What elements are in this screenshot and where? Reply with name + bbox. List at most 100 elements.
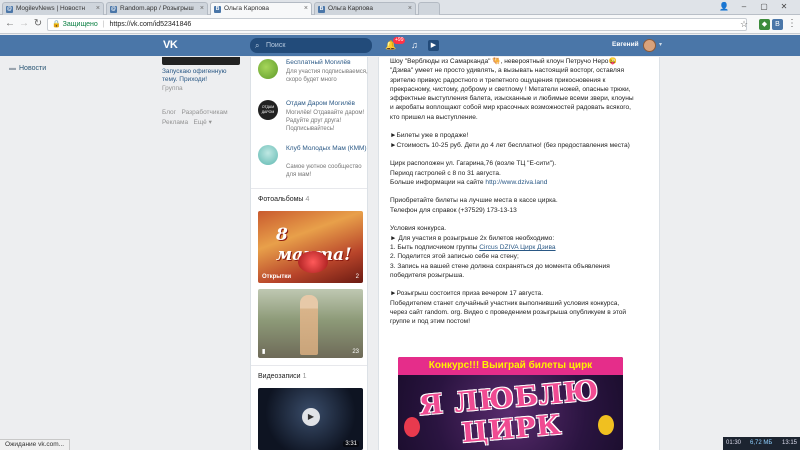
user-avatar[interactable] [643, 39, 656, 52]
post-line: группе и под этим постом! [390, 318, 471, 326]
photo-album[interactable]: 8 марта! Открытки 2 [258, 211, 363, 283]
person-figure [300, 295, 318, 355]
chevron-down-icon[interactable]: ▾ [659, 41, 662, 48]
group-item[interactable]: Клуб Молодых Мам (КММ) Самое уютное сооб… [258, 145, 367, 181]
menu-icon[interactable]: ⋮ [786, 18, 798, 30]
vk-logo[interactable]: VK [163, 39, 178, 51]
album-count: 2 [355, 274, 359, 280]
close-tab-icon[interactable]: × [200, 3, 204, 15]
post-line [390, 280, 652, 289]
post-line: ►Билеты уже в продаже! [390, 132, 469, 140]
minimize-icon[interactable]: – [736, 0, 752, 13]
nav-item-news[interactable]: ▬ Новости [9, 65, 46, 72]
tab-label: MogilevNews | Новостн [16, 5, 86, 12]
post-line: Победителем станет случайный участник вы… [390, 299, 620, 307]
tab-label: Random.app / Розыгрыш [120, 5, 194, 12]
group-name[interactable]: Отдам Даром Могилёв [286, 100, 355, 107]
photo-album[interactable]: ▮ 23 [258, 289, 363, 358]
balloon-decor [598, 415, 614, 435]
close-tab-icon[interactable]: × [304, 3, 308, 15]
footer-link-ads[interactable]: Реклама [162, 119, 188, 126]
extension-icon[interactable]: B [772, 19, 783, 30]
browser-tab[interactable]: @ Random.app / Розыгрыш × [106, 2, 208, 15]
url-separator: | [102, 21, 105, 28]
post-line: победителя розыгрыша. [390, 271, 465, 279]
user-name[interactable]: Евгений [612, 41, 639, 48]
back-icon[interactable]: ← [4, 18, 16, 30]
post-line: ► Для участия в розыгрыше 2х билетов нео… [390, 234, 555, 242]
video-duration: 3:31 [343, 441, 359, 447]
post-line: ►Розыгрыш состоится приза вечером 17 авг… [390, 290, 544, 298]
group-avatar: ОТДАМ ДАРОМ [258, 100, 278, 120]
post-link[interactable]: http://www.dziva.land [485, 179, 547, 186]
browser-tab[interactable]: B Ольга Карпова × [314, 2, 416, 15]
music-icon[interactable]: ♫ [409, 40, 420, 51]
post-line: Шоу "Верблюды из Самарканда" 🐫, невероят… [390, 58, 617, 65]
extension-icon[interactable]: ◆ [759, 19, 770, 30]
play-icon[interactable]: ▶ [302, 408, 320, 426]
post-line: эффектные выступления балета, изысканные… [390, 95, 634, 103]
tab-label: Ольга Карпова [224, 5, 269, 12]
search-placeholder: Поиск [266, 42, 286, 49]
profile-image-bottom [162, 57, 240, 65]
post-line: 1. Быть подписчиком группы Circus DZIVA … [390, 243, 556, 251]
notifications-badge: +99 [393, 37, 406, 44]
videos-title[interactable]: Видеозаписи 1 [258, 373, 307, 380]
post-line: через сайт random. org. Видео с проведен… [390, 309, 627, 317]
post-column: Шоу "Верблюды из Самарканда" 🐫, невероят… [378, 57, 660, 450]
footer-link-developers[interactable]: Разработчикам [181, 109, 227, 116]
tray-clock: 13:15 [782, 440, 798, 446]
vk-tab-icon: B [214, 6, 221, 13]
forward-icon[interactable]: → [18, 18, 30, 30]
post-link[interactable]: Circus DZIVA Цирк Дзива [479, 244, 555, 251]
video-thumbnail[interactable]: ▶ 3:31 [258, 388, 363, 450]
group-avatar [258, 59, 278, 79]
footer-link-more[interactable]: Ещё [194, 119, 207, 126]
footer-link-blog[interactable]: Блог [162, 109, 176, 116]
group-name[interactable]: Клуб Молодых Мам (КММ) [286, 145, 371, 153]
profile-column: Запускаю офигенную тему. Приходи! Группа [162, 57, 240, 92]
search-icon: ⌕ [255, 41, 260, 50]
post-line: "Дзива" умеет не просто удивлять, а вызы… [390, 67, 625, 75]
browser-tab-active[interactable]: B Ольга Карпова × [210, 2, 312, 15]
post-image-banner[interactable]: Конкурс!!! Выиграй билеты цирк Я ЛЮБЛЮ Ц… [398, 357, 623, 450]
post-line [390, 215, 652, 224]
group-item[interactable]: Бесплатный Могилёв Для участия подписыва… [258, 59, 368, 97]
chevron-down-icon: ▾ [208, 119, 212, 126]
vk-tab-icon: B [318, 6, 325, 13]
maximize-icon[interactable]: ▢ [756, 0, 772, 13]
vk-header: VK ⌕ Поиск 🔔 +99 ♫ ▶ Евгений ▾ [0, 35, 800, 56]
post-line: прекрасному, чистому, доброму и светлому… [390, 85, 631, 93]
post-line: Цирк расположен ул. Гагарина,76 (возле Т… [390, 160, 557, 168]
url-text: https://vk.com/id52341846 [109, 21, 192, 28]
post-line: Телефон для справок (+37529) 173-13-13 [390, 206, 517, 214]
profile-group-label: Группа [162, 85, 183, 92]
post-line: Условия конкурса. [390, 225, 447, 233]
groups-column: Бесплатный Могилёв Для участия подписыва… [250, 57, 368, 450]
new-tab-button[interactable] [418, 2, 440, 15]
nav-label: Новости [19, 65, 47, 72]
news-icon: ▬ [9, 65, 16, 72]
play-icon[interactable]: ▶ [428, 40, 439, 51]
close-tab-icon[interactable]: × [96, 3, 100, 15]
close-window-icon[interactable]: ✕ [776, 0, 792, 13]
profile-link[interactable]: Запускаю офигенную тему. Приходи! [162, 68, 240, 84]
secure-label: Защищено [62, 21, 98, 28]
browser-status-bar: Ожидание vk.com... [0, 439, 71, 450]
group-name[interactable]: Бесплатный Могилёв [286, 59, 351, 66]
album-caption: Открытки [262, 274, 292, 280]
flower-decor [298, 251, 328, 273]
post-line: зрителю привкус радостного и трепетного … [390, 76, 606, 84]
balloon-decor [404, 417, 420, 437]
search-input[interactable]: ⌕ Поиск [250, 38, 372, 53]
album-caption-icon: ▮ [262, 349, 266, 355]
user-profile-icon[interactable]: 👤 [716, 0, 732, 13]
bookmark-star-icon[interactable]: ☆ [738, 18, 750, 30]
close-tab-icon[interactable]: × [408, 3, 412, 15]
post-line: 2. Поделится этой записью себе на стену; [390, 253, 519, 261]
url-input[interactable]: 🔒 Защищено | https://vk.com/id52341846 [47, 18, 747, 31]
reload-icon[interactable]: ↻ [32, 18, 44, 30]
group-item[interactable]: ОТДАМ ДАРОМ Отдам Даром Могилёв Могилёв!… [258, 100, 366, 138]
browser-tab[interactable]: @ MogilevNews | Новостн × [2, 2, 104, 15]
photos-title[interactable]: Фотоальбомы 4 [258, 196, 309, 203]
